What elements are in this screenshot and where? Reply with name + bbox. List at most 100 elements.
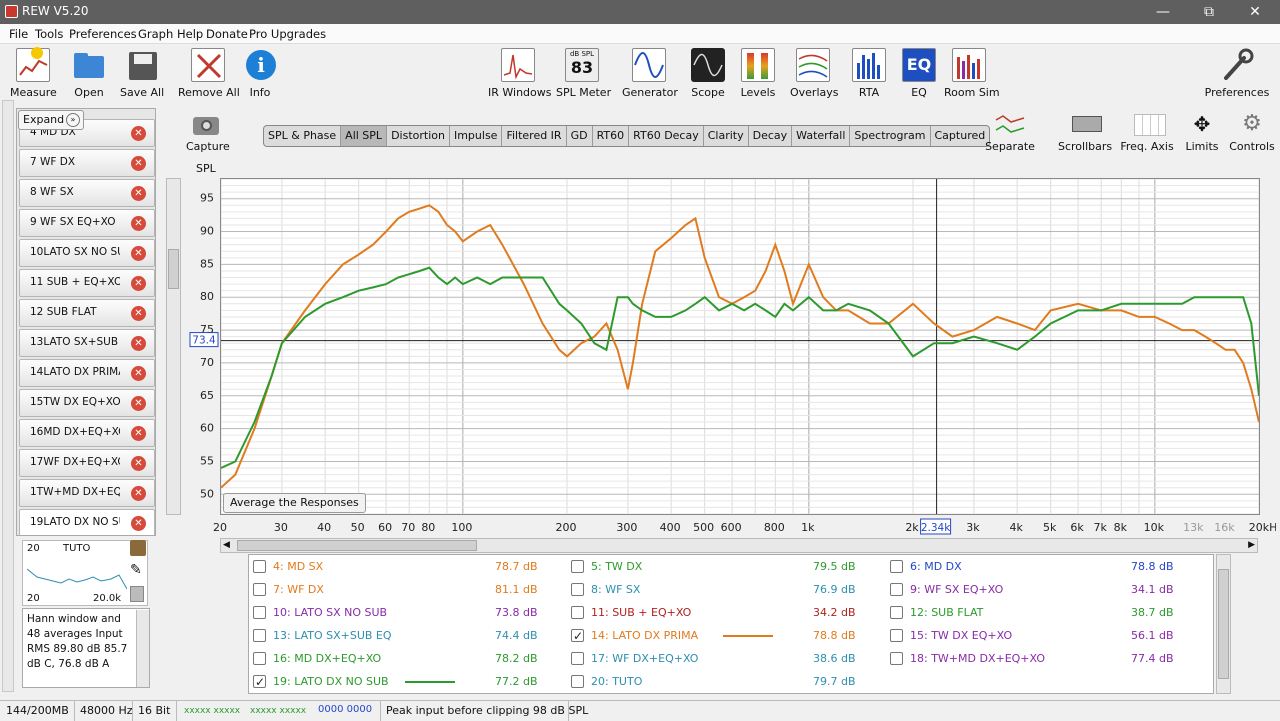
notes-icon[interactable]: [130, 586, 144, 602]
legend-item[interactable]: 12: SUB FLAT 38.7 dB: [890, 603, 1200, 625]
room-sim-button[interactable]: Room Sim: [944, 48, 1000, 99]
menu-preferences[interactable]: Preferences: [69, 27, 137, 41]
controls-button[interactable]: ⚙ Controls: [1228, 112, 1276, 154]
ir-windows-button[interactable]: IR Windows: [488, 48, 552, 99]
minimize-button[interactable]: —: [1140, 0, 1186, 24]
delete-icon[interactable]: ✕: [131, 156, 146, 171]
measurement-item[interactable]: 13LATO SX+SUB ✕: [19, 329, 155, 357]
menu-tools[interactable]: Tools: [35, 27, 63, 41]
separate-button[interactable]: Separate: [984, 112, 1036, 153]
legend-checkbox[interactable]: [571, 675, 584, 688]
legend-item[interactable]: 17: WF DX+EQ+XO 38.6 dB: [571, 649, 881, 671]
expand-button[interactable]: Expand »: [18, 110, 84, 130]
info-scrollbar[interactable]: [136, 610, 149, 687]
overlays-button[interactable]: Overlays: [790, 48, 839, 99]
delete-icon[interactable]: ✕: [131, 426, 146, 441]
measurement-item[interactable]: 15TW DX EQ+XO ✕: [19, 389, 155, 417]
delete-icon[interactable]: ✕: [131, 186, 146, 201]
delete-icon[interactable]: ✕: [131, 366, 146, 381]
tab-gd[interactable]: GD: [567, 126, 593, 146]
legend-scrollbar[interactable]: [1216, 554, 1231, 694]
measurement-item[interactable]: 9 WF SX EQ+XO ✕: [19, 209, 155, 237]
info-button[interactable]: i Info: [244, 48, 276, 99]
tab-captured[interactable]: Captured: [931, 126, 990, 146]
delete-icon[interactable]: ✕: [131, 306, 146, 321]
preferences-button[interactable]: Preferences: [1204, 48, 1270, 99]
scope-button[interactable]: Scope: [690, 48, 726, 99]
delete-icon[interactable]: ✕: [131, 246, 146, 261]
legend-checkbox[interactable]: [571, 652, 584, 665]
rta-button[interactable]: RTA: [852, 48, 886, 99]
legend-item[interactable]: 8: WF SX 76.9 dB: [571, 580, 881, 602]
delete-icon[interactable]: ✕: [131, 486, 146, 501]
tab-clarity[interactable]: Clarity: [704, 126, 749, 146]
legend-item[interactable]: 7: WF DX 81.1 dB: [253, 580, 563, 602]
legend-checkbox[interactable]: [571, 606, 584, 619]
delete-icon[interactable]: ✕: [131, 276, 146, 291]
delete-icon[interactable]: ✕: [131, 396, 146, 411]
legend-item[interactable]: 16: MD DX+EQ+XO 78.2 dB: [253, 649, 563, 671]
tab-spl-phase[interactable]: SPL & Phase: [264, 126, 342, 146]
measurement-item[interactable]: 16MD DX+EQ+XO ✕: [19, 419, 155, 447]
menu-donate[interactable]: Donate: [206, 27, 248, 41]
legend-checkbox[interactable]: [571, 583, 584, 596]
limits-button[interactable]: ✥ Limits: [1182, 112, 1222, 153]
tab-filtered-ir[interactable]: Filtered IR: [502, 126, 567, 146]
legend-checkbox[interactable]: [890, 560, 903, 573]
scroll-left-icon[interactable]: ◀: [223, 540, 230, 550]
legend-checkbox[interactable]: [890, 583, 903, 596]
measurement-item[interactable]: 12 SUB FLAT ✕: [19, 299, 155, 327]
spl-meter-button[interactable]: dB SPL 83 SPL Meter: [556, 48, 611, 99]
left-panel-scrollbar[interactable]: [2, 100, 14, 692]
spl-chart[interactable]: [220, 178, 1260, 515]
measurement-item[interactable]: 10LATO SX NO SUB✕: [19, 239, 155, 267]
legend-item[interactable]: 9: WF SX EQ+XO 34.1 dB: [890, 580, 1200, 602]
tab-rt60-decay[interactable]: RT60 Decay: [629, 126, 704, 146]
open-button[interactable]: Open: [70, 48, 108, 99]
legend-checkbox[interactable]: [253, 673, 266, 691]
measurement-item-selected[interactable]: 19LATO DX NO SU ✕: [19, 509, 155, 535]
legend-item[interactable]: 20: TUTO 79.7 dB: [571, 672, 881, 694]
delete-icon[interactable]: ✕: [131, 126, 146, 141]
delete-icon[interactable]: ✕: [131, 216, 146, 231]
measurement-item[interactable]: 17WF DX+EQ+XO ✕: [19, 449, 155, 477]
legend-item[interactable]: 11: SUB + EQ+XO 34.2 dB: [571, 603, 881, 625]
scroll-right-icon[interactable]: ▶: [1248, 540, 1255, 550]
legend-checkbox[interactable]: [253, 560, 266, 573]
measurement-item[interactable]: 14LATO DX PRIMA ✕: [19, 359, 155, 387]
close-window-button[interactable]: ✕: [1232, 0, 1278, 24]
tab-all-spl[interactable]: All SPL: [341, 126, 388, 146]
delete-icon[interactable]: ✕: [131, 516, 146, 531]
legend-checkbox[interactable]: [253, 583, 266, 596]
generator-button[interactable]: Generator: [622, 48, 678, 99]
legend-item[interactable]: 18: TW+MD DX+EQ+XO 77.4 dB: [890, 649, 1200, 671]
legend-checkbox[interactable]: [253, 652, 266, 665]
graph-vertical-scrollbar[interactable]: [166, 178, 181, 515]
graph-horizontal-scrollbar[interactable]: ◀ ▶: [220, 538, 1258, 553]
legend-checkbox[interactable]: [571, 627, 584, 645]
levels-button[interactable]: Levels: [740, 48, 776, 99]
tab-distortion[interactable]: Distortion: [387, 126, 450, 146]
measurement-item[interactable]: 11 SUB + EQ+XO ✕: [19, 269, 155, 297]
average-responses-button[interactable]: Average the Responses: [223, 493, 366, 513]
legend-item[interactable]: 6: MD DX 78.8 dB: [890, 557, 1200, 579]
delete-icon[interactable]: ✕: [131, 456, 146, 471]
measurement-item[interactable]: 1TW+MD DX+EQ ✕: [19, 479, 155, 507]
save-measurement-icon[interactable]: [130, 540, 146, 556]
maximize-button[interactable]: ⧉: [1186, 0, 1232, 24]
remove-all-button[interactable]: Remove All: [178, 48, 240, 99]
menu-file[interactable]: File: [9, 27, 28, 41]
tab-decay[interactable]: Decay: [749, 126, 793, 146]
legend-item[interactable]: 14: LATO DX PRIMA 78.8 dB: [571, 626, 881, 648]
menu-graph[interactable]: Graph: [138, 27, 173, 41]
legend-checkbox[interactable]: [890, 652, 903, 665]
freq-axis-button[interactable]: Freq. Axis: [1120, 112, 1174, 153]
legend-checkbox[interactable]: [890, 606, 903, 619]
measurement-item[interactable]: 8 WF SX ✕: [19, 179, 155, 207]
legend-checkbox[interactable]: [890, 629, 903, 642]
tab-waterfall[interactable]: Waterfall: [792, 126, 851, 146]
legend-checkbox[interactable]: [253, 606, 266, 619]
legend-item[interactable]: 13: LATO SX+SUB EQ 74.4 dB: [253, 626, 563, 648]
delete-icon[interactable]: ✕: [131, 336, 146, 351]
legend-item[interactable]: 5: TW DX 79.5 dB: [571, 557, 881, 579]
